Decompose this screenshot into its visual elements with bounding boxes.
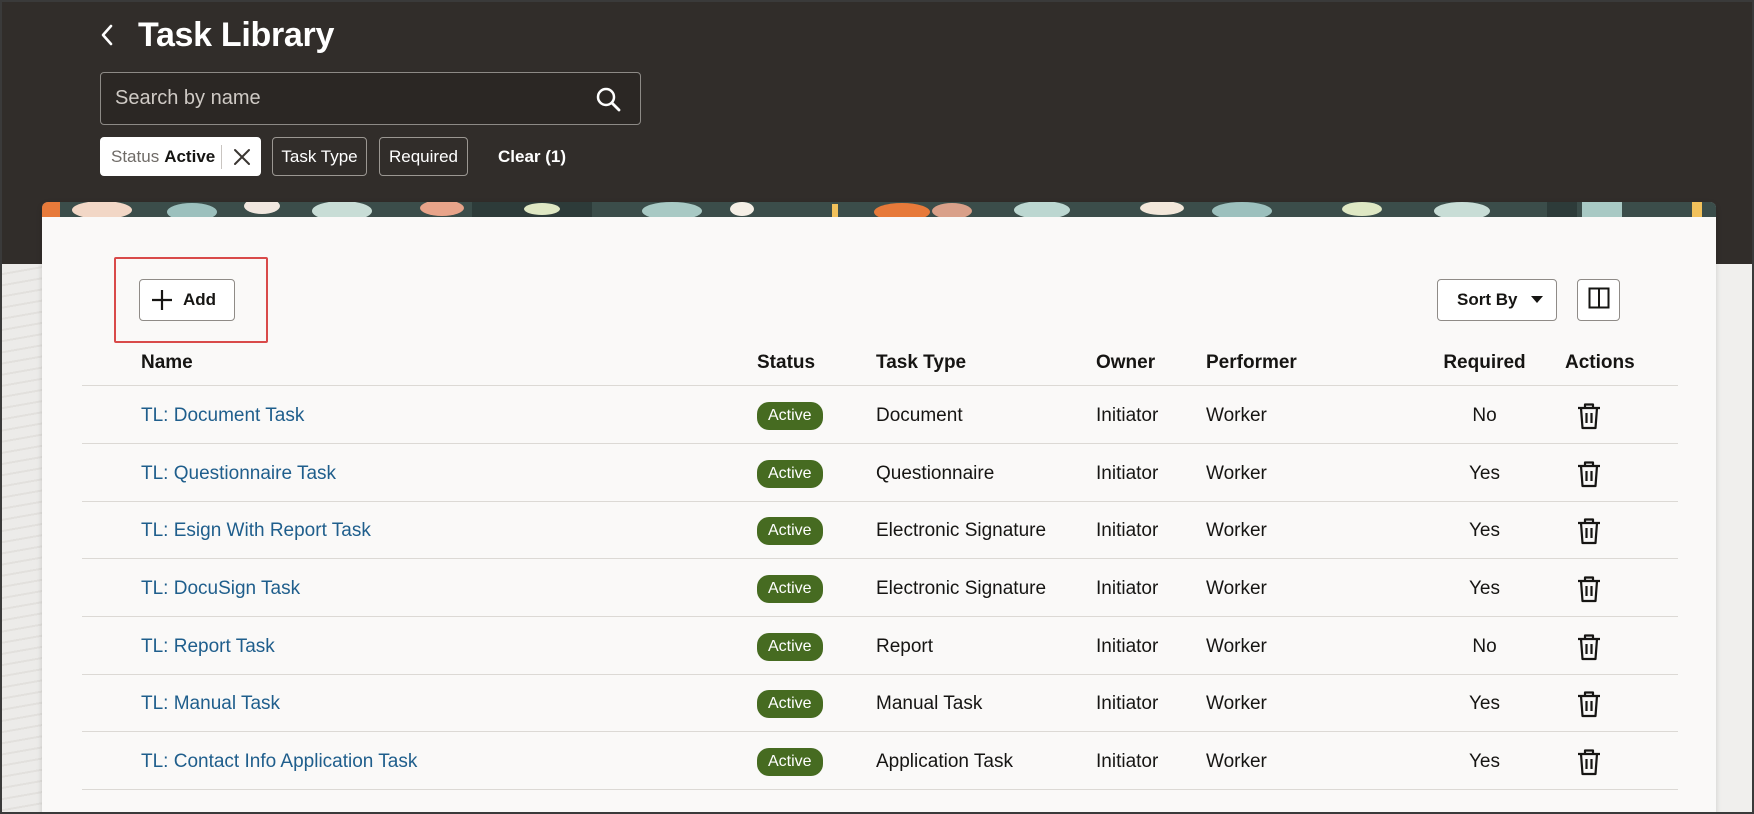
- search-input[interactable]: [115, 73, 575, 124]
- table-header: Name Status Task Type Owner Performer Re…: [82, 340, 1678, 386]
- status-badge: Active: [757, 689, 823, 718]
- chip-separator: [221, 145, 222, 169]
- column-header-owner[interactable]: Owner: [1096, 340, 1155, 386]
- task-type-cell: Document: [876, 404, 963, 426]
- required-cell: Yes: [1469, 577, 1500, 599]
- page-title: Task Library: [138, 16, 335, 54]
- performer-cell: Worker: [1206, 750, 1267, 772]
- task-name-link[interactable]: TL: Esign With Report Task: [141, 520, 371, 542]
- table-row: TL: Esign With Report Task Active Electr…: [82, 502, 1678, 559]
- split-panel-icon: [1588, 287, 1610, 314]
- task-name-link[interactable]: TL: Report Task: [141, 636, 275, 658]
- column-header-task-type[interactable]: Task Type: [876, 340, 966, 386]
- task-type-cell: Report: [876, 635, 934, 657]
- performer-cell: Worker: [1206, 692, 1267, 714]
- performer-cell: Worker: [1206, 519, 1267, 541]
- performer-cell: Worker: [1206, 462, 1267, 484]
- clear-filters-link[interactable]: Clear (1): [498, 137, 566, 176]
- column-header-name[interactable]: Name: [141, 340, 193, 386]
- trash-icon[interactable]: [1572, 399, 1606, 433]
- performer-cell: Worker: [1206, 404, 1267, 426]
- column-header-required[interactable]: Required: [1442, 340, 1527, 386]
- search-box[interactable]: [100, 72, 641, 125]
- task-type-cell: Application Task: [876, 750, 1013, 772]
- performer-cell: Worker: [1206, 635, 1267, 657]
- search-icon[interactable]: [594, 85, 622, 113]
- trash-icon[interactable]: [1572, 687, 1606, 721]
- table-row: TL: Document Task Active Document Initia…: [82, 387, 1678, 444]
- column-header-performer[interactable]: Performer: [1206, 340, 1297, 386]
- trash-icon[interactable]: [1572, 572, 1606, 606]
- owner-cell: Initiator: [1096, 692, 1159, 714]
- table-row: TL: Report Task Active Report Initiator …: [82, 618, 1678, 675]
- column-header-status[interactable]: Status: [757, 340, 815, 386]
- layout-toggle-button[interactable]: [1577, 279, 1620, 321]
- task-name-link[interactable]: TL: Manual Task: [141, 693, 280, 715]
- owner-cell: Initiator: [1096, 577, 1159, 599]
- status-badge: Active: [757, 401, 823, 430]
- required-filter-chip[interactable]: Required: [379, 137, 468, 176]
- status-badge: Active: [757, 516, 823, 545]
- background-right: [1712, 264, 1752, 812]
- owner-cell: Initiator: [1096, 635, 1159, 657]
- table-row: TL: Contact Info Application Task Active…: [82, 733, 1678, 790]
- trash-icon[interactable]: [1572, 457, 1606, 491]
- add-button-label: Add: [183, 290, 217, 309]
- task-name-link[interactable]: TL: Contact Info Application Task: [141, 751, 417, 773]
- owner-cell: Initiator: [1096, 519, 1159, 541]
- required-cell: Yes: [1469, 692, 1500, 714]
- decorative-banner: [42, 202, 1716, 221]
- table-row: TL: Manual Task Active Manual Task Initi…: [82, 675, 1678, 732]
- plus-icon: [151, 289, 173, 311]
- task-name-link[interactable]: TL: Document Task: [141, 405, 304, 427]
- back-button[interactable]: [92, 20, 122, 54]
- status-badge: Active: [757, 632, 823, 661]
- sort-by-button[interactable]: Sort By: [1437, 279, 1557, 321]
- required-cell: No: [1472, 635, 1497, 657]
- add-button[interactable]: Add: [139, 279, 235, 321]
- status-filter-label: Status: [111, 146, 160, 166]
- status-filter-value: Active: [164, 146, 216, 166]
- sort-by-label: Sort By: [1457, 290, 1518, 309]
- status-filter-chip[interactable]: Status Active: [100, 137, 261, 176]
- caret-down-icon: [1531, 296, 1544, 304]
- task-type-cell: Electronic Signature: [876, 577, 1047, 599]
- trash-icon[interactable]: [1572, 745, 1606, 779]
- task-name-link[interactable]: TL: Questionnaire Task: [141, 463, 336, 485]
- table-row: TL: DocuSign Task Active Electronic Sign…: [82, 560, 1678, 617]
- required-cell: No: [1472, 404, 1497, 426]
- task-name-link[interactable]: TL: DocuSign Task: [141, 578, 300, 600]
- owner-cell: Initiator: [1096, 462, 1159, 484]
- required-cell: Yes: [1469, 750, 1500, 772]
- owner-cell: Initiator: [1096, 404, 1159, 426]
- performer-cell: Worker: [1206, 577, 1267, 599]
- task-type-cell: Questionnaire: [876, 462, 995, 484]
- table-row: TL: Questionnaire Task Active Questionna…: [82, 445, 1678, 502]
- status-badge: Active: [757, 459, 823, 488]
- app-frame: Task Library Status Active Task Type Req…: [0, 0, 1754, 814]
- required-cell: Yes: [1469, 462, 1500, 484]
- task-type-cell: Manual Task: [876, 692, 983, 714]
- trash-icon[interactable]: [1572, 630, 1606, 664]
- column-header-actions: Actions: [1565, 352, 1635, 373]
- task-list-panel: Add Sort By Name Status Task Type Owner …: [42, 202, 1716, 812]
- required-cell: Yes: [1469, 519, 1500, 541]
- close-icon[interactable]: [227, 143, 257, 171]
- task-type-cell: Electronic Signature: [876, 519, 1047, 541]
- task-type-filter-chip[interactable]: Task Type: [272, 137, 367, 176]
- chevron-left-icon: [100, 24, 114, 51]
- status-badge: Active: [757, 574, 823, 603]
- status-badge: Active: [757, 747, 823, 776]
- trash-icon[interactable]: [1572, 514, 1606, 548]
- owner-cell: Initiator: [1096, 750, 1159, 772]
- background-texture: [2, 264, 44, 812]
